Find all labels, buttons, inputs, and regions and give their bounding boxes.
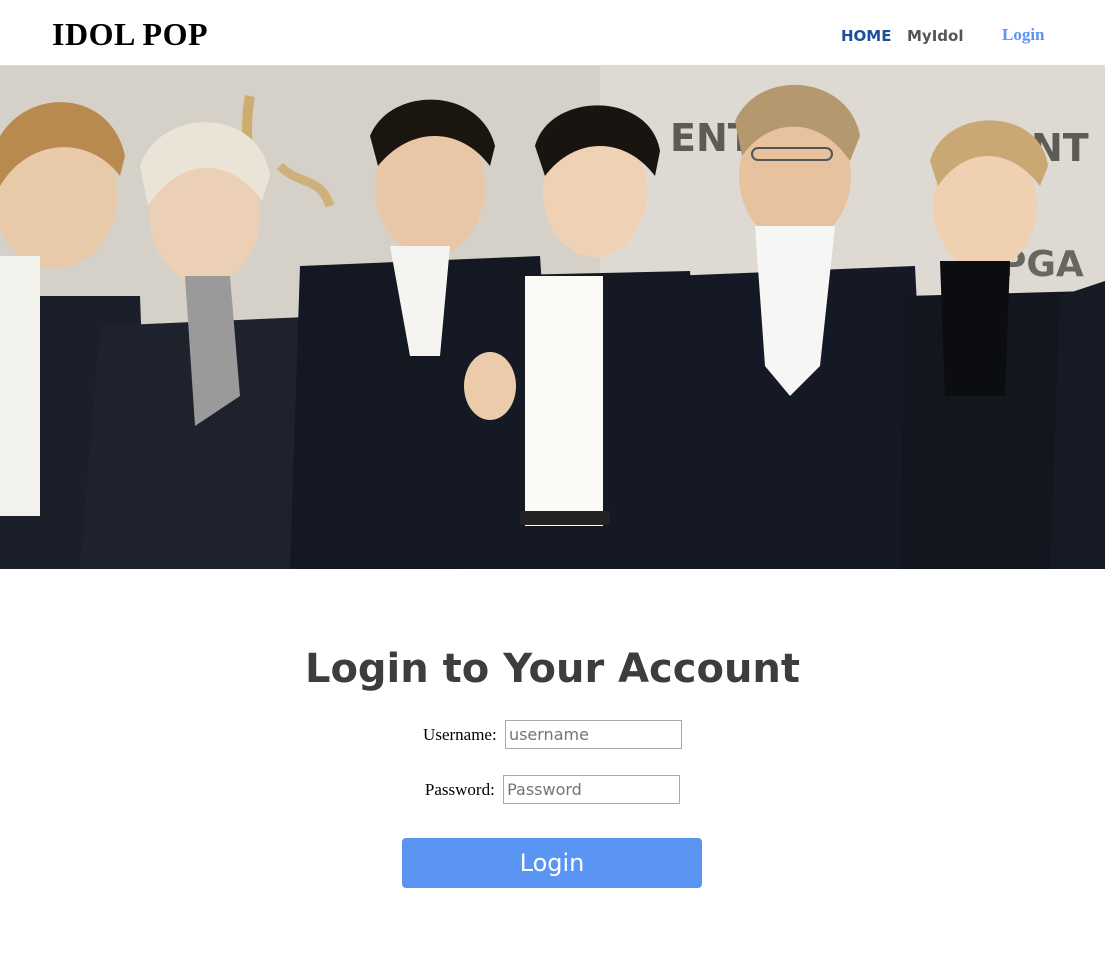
username-input[interactable] bbox=[504, 720, 682, 749]
username-row: Username: bbox=[0, 720, 1105, 749]
password-input[interactable] bbox=[503, 775, 681, 804]
nav-myidol-link[interactable]: MyIdol bbox=[907, 26, 963, 46]
password-row: Password: bbox=[0, 775, 1105, 804]
hero-group-photo: ENT ENT PGA bbox=[0, 66, 1105, 569]
brand-logo[interactable]: IDOL POP bbox=[52, 14, 208, 54]
login-submit-button[interactable]: Login bbox=[402, 838, 702, 888]
top-navbar: IDOL POP HOME MyIdol Login bbox=[0, 0, 1105, 66]
username-label: Username: bbox=[423, 724, 497, 744]
nav-home-link[interactable]: HOME bbox=[841, 26, 891, 46]
login-title: Login to Your Account bbox=[304, 646, 801, 692]
password-label: Password: bbox=[424, 779, 495, 799]
hero-image: ENT ENT PGA bbox=[0, 66, 1105, 569]
nav-login-link[interactable]: Login bbox=[1002, 25, 1045, 45]
